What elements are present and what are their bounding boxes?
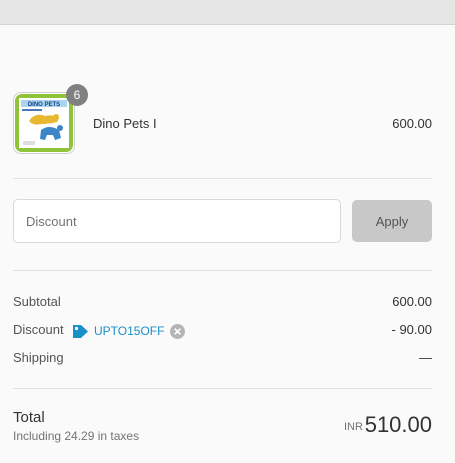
total-label: Total (13, 409, 45, 426)
shipping-label: Shipping (13, 350, 64, 365)
divider (13, 270, 432, 271)
currency-code: INR (344, 421, 363, 433)
applied-discount: UPTO15OFF (72, 322, 186, 340)
shipping-row: Shipping — (13, 350, 432, 368)
quantity-badge: 6 (66, 84, 88, 106)
product-price: 600.00 (392, 116, 432, 131)
subtotal-value: 600.00 (392, 294, 432, 309)
discount-code: UPTO15OFF (94, 324, 165, 338)
subtotal-label: Subtotal (13, 294, 61, 309)
tag-icon (73, 324, 88, 338)
product-thumbnail: DINO PETS 6 (13, 84, 88, 154)
discount-value: - 90.00 (391, 322, 432, 337)
apply-discount-button[interactable]: Apply (352, 200, 432, 242)
taxes-note: Including 24.29 in taxes (13, 429, 140, 443)
discount-label: Discount (13, 322, 64, 337)
remove-discount-icon[interactable] (170, 323, 186, 339)
line-item: DINO PETS 6 Dino Pets I 600.00 (13, 84, 432, 156)
discount-row: Discount UPTO15OFF - 90.00 (13, 322, 432, 340)
product-image: DINO PETS (15, 94, 73, 152)
divider (13, 388, 432, 389)
product-name: Dino Pets I (93, 116, 157, 131)
divider (13, 178, 432, 179)
shipping-value: — (419, 350, 432, 365)
subtotal-row: Subtotal 600.00 (13, 294, 432, 312)
total-amount: 510.00 (364, 412, 432, 437)
dino-illustration: DINO PETS (19, 98, 69, 148)
top-bar (0, 0, 455, 25)
discount-code-input[interactable] (13, 199, 341, 243)
thumbnail-label: DINO PETS (28, 102, 60, 108)
